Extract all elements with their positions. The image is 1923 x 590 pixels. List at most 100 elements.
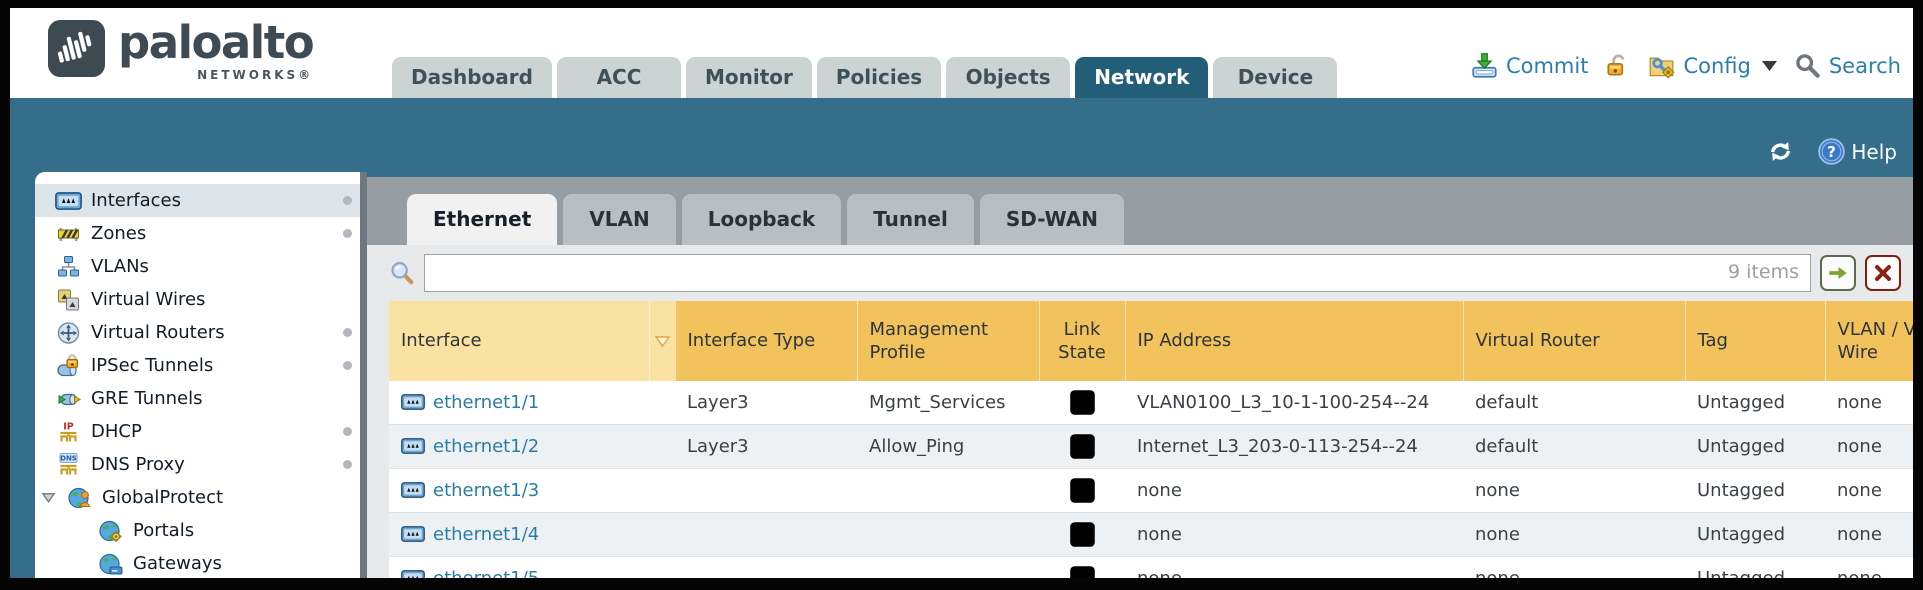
- nav-tab-network[interactable]: Network: [1075, 57, 1208, 98]
- nav-tab-objects[interactable]: Objects: [946, 57, 1070, 98]
- sidebar-item-label: Virtual Routers: [91, 322, 225, 343]
- interface-type-cell: [675, 469, 857, 513]
- interface-link[interactable]: ethernet1/3: [433, 480, 539, 501]
- tab-tunnel[interactable]: Tunnel: [847, 194, 974, 245]
- sidebar-item-virtual-routers[interactable]: Virtual Routers: [35, 316, 360, 349]
- sidebar-item-dns-proxy[interactable]: DNS Proxy: [35, 448, 360, 481]
- mgmt-profile-cell: [857, 513, 1039, 557]
- tag-cell: Untagged: [1685, 425, 1825, 469]
- paloalto-logo-icon: [48, 20, 105, 77]
- filter-search-icon[interactable]: [389, 260, 415, 286]
- tag-cell: Untagged: [1685, 557, 1825, 579]
- vlan-wire-cell: none: [1825, 557, 1913, 579]
- tag-cell: Untagged: [1685, 381, 1825, 425]
- column-header-link-state[interactable]: Link State: [1039, 301, 1125, 381]
- item-dot: [343, 196, 352, 205]
- ethernet-port-icon: [55, 189, 82, 213]
- tag-cell: Untagged: [1685, 513, 1825, 557]
- network-sidebar: Interfaces Zones VLANs Virtual Wires Vir…: [35, 172, 360, 578]
- header-actions: Commit Config Search: [1471, 52, 1901, 79]
- ip-address-cell: none: [1125, 557, 1463, 579]
- interface-cell: ethernet1/2: [389, 425, 675, 469]
- config-menu[interactable]: Config: [1648, 52, 1776, 79]
- sidebar-item-dhcp[interactable]: DHCP: [35, 415, 360, 448]
- interface-cell: ethernet1/5: [389, 557, 675, 579]
- globalprotect-icon: [66, 486, 93, 510]
- nav-tab-monitor[interactable]: Monitor: [686, 57, 812, 98]
- column-header-vlan-wire[interactable]: VLAN / Virtual-Wire: [1825, 301, 1913, 381]
- sidebar-item-vlans[interactable]: VLANs: [35, 250, 360, 283]
- link-state-cell: [1039, 513, 1125, 557]
- vlan-wire-cell: none: [1825, 381, 1913, 425]
- search-button[interactable]: Search: [1794, 52, 1901, 79]
- sidebar-item-virtual-wires[interactable]: Virtual Wires: [35, 283, 360, 316]
- apply-filter-button[interactable]: [1820, 255, 1856, 291]
- interface-link[interactable]: ethernet1/4: [433, 524, 539, 545]
- nav-tab-policies[interactable]: Policies: [817, 57, 941, 98]
- interface-link[interactable]: ethernet1/5: [433, 568, 539, 578]
- sidebar-item-label: Portals: [133, 520, 194, 541]
- tab-vlan[interactable]: VLAN: [563, 194, 675, 245]
- clear-filter-button[interactable]: [1865, 255, 1901, 291]
- config-icon: [1648, 52, 1675, 79]
- sidebar-item-gateways[interactable]: Gateways: [35, 547, 360, 578]
- virtual-router-cell: default: [1463, 381, 1685, 425]
- chevron-down-icon: [1762, 61, 1777, 71]
- refresh-icon[interactable]: [1767, 138, 1794, 165]
- column-header-ip-address[interactable]: IP Address: [1125, 301, 1463, 381]
- table-row[interactable]: ethernet1/3 none none Untagged none: [389, 469, 1913, 513]
- tab-ethernet[interactable]: Ethernet: [407, 194, 557, 245]
- interface-tabstrip: Ethernet VLAN Loopback Tunnel SD-WAN: [367, 177, 1913, 245]
- table-row[interactable]: ethernet1/5 none none Untagged none: [389, 557, 1913, 579]
- column-header-tag[interactable]: Tag: [1685, 301, 1825, 381]
- tab-loopback[interactable]: Loopback: [682, 194, 842, 245]
- sidebar-item-interfaces[interactable]: Interfaces: [35, 184, 360, 217]
- sidebar-item-label: IPSec Tunnels: [91, 355, 213, 376]
- ethernet-port-icon: [401, 482, 425, 498]
- help-icon: [1818, 138, 1845, 165]
- table-row[interactable]: ethernet1/4 none none Untagged none: [389, 513, 1913, 557]
- nav-tab-acc[interactable]: ACC: [557, 57, 681, 98]
- table-row[interactable]: ethernet1/1 Layer3 Mgmt_Services VLAN010…: [389, 381, 1913, 425]
- expand-triangle-icon[interactable]: [40, 490, 57, 505]
- sidebar-item-label: GlobalProtect: [102, 487, 223, 508]
- mgmt-profile-cell: Allow_Ping: [857, 425, 1039, 469]
- help-button[interactable]: Help: [1818, 138, 1897, 165]
- sidebar-item-ipsec-tunnels[interactable]: IPSec Tunnels: [35, 349, 360, 382]
- lock-icon[interactable]: [1605, 53, 1631, 79]
- table-row[interactable]: ethernet1/2 Layer3 Allow_Ping Internet_L…: [389, 425, 1913, 469]
- virtual-routers-icon: [55, 321, 82, 345]
- ip-address-cell: none: [1125, 469, 1463, 513]
- sidebar-item-label: Virtual Wires: [91, 289, 205, 310]
- interface-link[interactable]: ethernet1/2: [433, 436, 539, 457]
- sidebar-scrollbar[interactable]: [360, 172, 367, 578]
- item-dot: [343, 229, 352, 238]
- item-dot: [343, 361, 352, 370]
- nav-tab-device[interactable]: Device: [1213, 57, 1337, 98]
- link-state-down-icon: [1069, 565, 1096, 578]
- sidebar-item-gre-tunnels[interactable]: GRE Tunnels: [35, 382, 360, 415]
- help-label: Help: [1851, 140, 1897, 164]
- column-header-management-profile[interactable]: Management Profile: [857, 301, 1039, 381]
- main-nav: Dashboard ACC Monitor Policies Objects N…: [392, 57, 1337, 98]
- gre-tunnels-icon: [55, 387, 82, 411]
- ipsec-tunnels-icon: [55, 354, 82, 378]
- tab-content: 9 items Interface: [367, 245, 1913, 578]
- sidebar-item-globalprotect[interactable]: GlobalProtect: [35, 481, 360, 514]
- column-header-interface-type[interactable]: Interface Type: [675, 301, 857, 381]
- column-header-virtual-router[interactable]: Virtual Router: [1463, 301, 1685, 381]
- interface-link[interactable]: ethernet1/1: [433, 392, 539, 413]
- commit-button[interactable]: Commit: [1471, 52, 1589, 79]
- filter-input[interactable]: [424, 254, 1811, 292]
- column-header-interface[interactable]: Interface: [389, 301, 649, 381]
- tab-sdwan[interactable]: SD-WAN: [980, 194, 1124, 245]
- interface-type-cell: [675, 557, 857, 579]
- interface-tabs: Ethernet VLAN Loopback Tunnel SD-WAN: [407, 194, 1124, 245]
- sidebar-item-zones[interactable]: Zones: [35, 217, 360, 250]
- sidebar-item-portals[interactable]: Portals: [35, 514, 360, 547]
- link-state-up-icon: [1069, 433, 1096, 460]
- link-state-up-icon: [1069, 389, 1096, 416]
- nav-tab-dashboard[interactable]: Dashboard: [392, 57, 552, 98]
- sort-indicator[interactable]: [649, 301, 675, 381]
- interface-type-cell: Layer3: [675, 381, 857, 425]
